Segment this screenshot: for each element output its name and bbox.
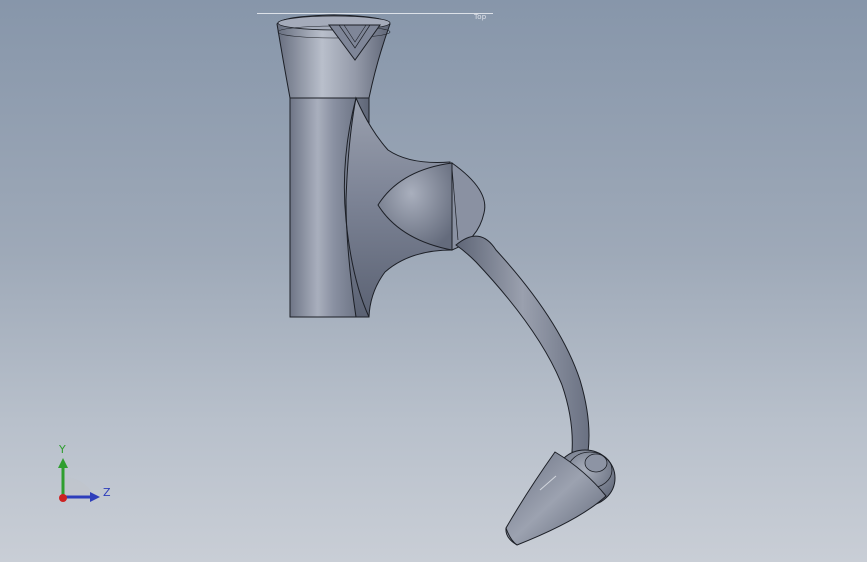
y-axis-label: Y	[59, 443, 66, 456]
faucet-model[interactable]	[0, 0, 867, 562]
top-plane-edge[interactable]	[257, 13, 493, 14]
triad-xy-plane-shading	[63, 477, 94, 495]
triad-origin-icon	[59, 494, 67, 502]
spout-arm[interactable]	[455, 235, 590, 453]
top-plane-label[interactable]: Top	[474, 13, 486, 21]
graphics-viewport[interactable]: Top Y Z	[0, 0, 867, 562]
z-axis-label: Z	[103, 486, 111, 499]
